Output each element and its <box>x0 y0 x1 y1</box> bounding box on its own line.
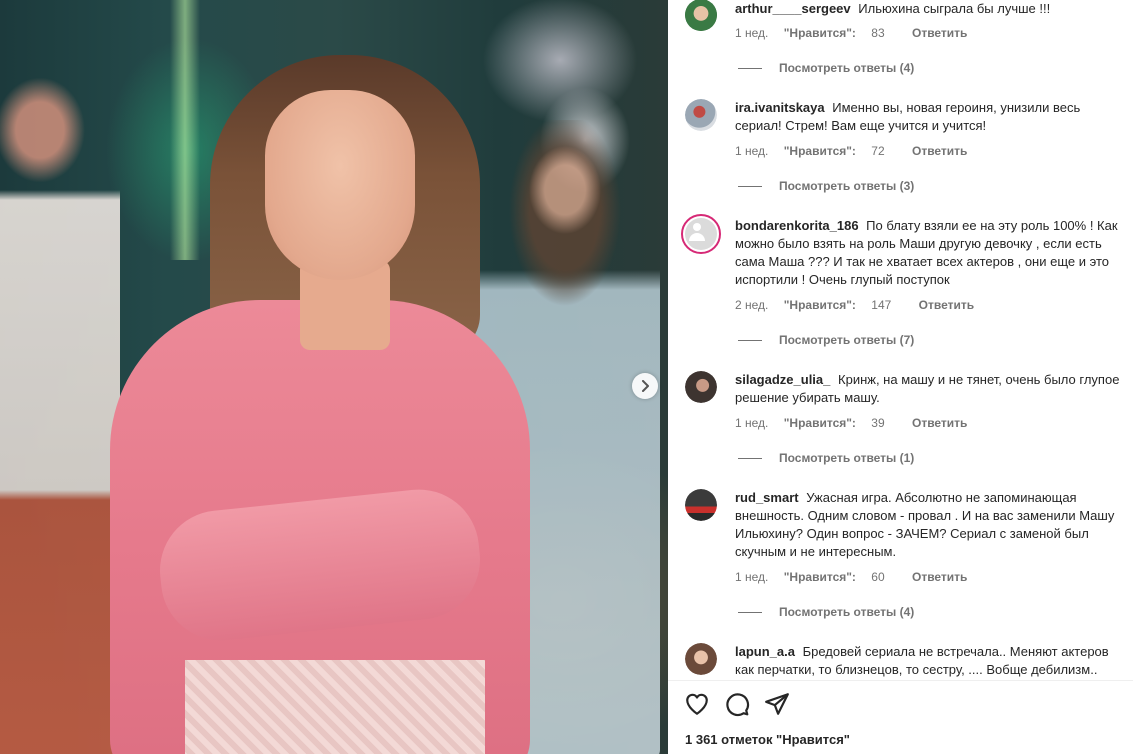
reply-button[interactable]: Ответить <box>912 416 967 430</box>
post-photo[interactable] <box>0 0 668 754</box>
comment-time[interactable]: 1 нед. <box>735 416 768 430</box>
comment-username[interactable]: rud_smart <box>735 490 799 505</box>
comment-username[interactable]: arthur____sergeev <box>735 1 851 16</box>
comments-panel: arthur____sergeev Ильюхина сыграла бы лу… <box>668 0 1133 754</box>
avatar[interactable] <box>685 489 717 521</box>
comment-time[interactable]: 1 нед. <box>735 144 768 158</box>
comment-text: Ильюхина сыграла бы лучше !!! <box>858 1 1051 16</box>
comment-username[interactable]: ira.ivanitskaya <box>735 100 825 115</box>
comment-username[interactable]: silagadze_ulia_ <box>735 372 830 387</box>
heart-icon[interactable] <box>684 691 710 717</box>
comment-likes[interactable]: "Нравится": 39 <box>784 416 897 430</box>
comment-time[interactable]: 1 нед. <box>735 26 768 40</box>
avatar[interactable] <box>681 214 721 254</box>
background-light <box>170 0 200 260</box>
replies-divider <box>738 339 762 341</box>
reply-button[interactable]: Ответить <box>912 570 967 584</box>
comments-list[interactable]: arthur____sergeev Ильюхина сыграла бы лу… <box>668 0 1133 678</box>
view-replies-button[interactable]: Посмотреть ответы (7) <box>738 333 914 347</box>
next-image-button[interactable] <box>632 373 658 399</box>
comment-likes[interactable]: "Нравится": 72 <box>784 144 897 158</box>
avatar[interactable] <box>685 0 717 31</box>
share-icon[interactable] <box>764 691 790 717</box>
comment-icon[interactable] <box>724 691 750 717</box>
background-person-left <box>0 70 120 754</box>
comment-time[interactable]: 1 нед. <box>735 570 768 584</box>
post-actions: 1 361 отметок "Нравится" <box>668 680 1133 754</box>
likes-total[interactable]: 1 361 отметок "Нравится" <box>685 732 850 747</box>
view-replies-button[interactable]: Посмотреть ответы (3) <box>738 179 914 193</box>
subject-skirt <box>185 660 485 754</box>
comment-time[interactable]: 2 нед. <box>735 298 768 312</box>
chevron-right-icon <box>642 380 649 392</box>
avatar[interactable] <box>685 99 717 131</box>
view-replies-button[interactable]: Посмотреть ответы (1) <box>738 451 914 465</box>
comment-likes[interactable]: "Нравится": 83 <box>784 26 897 40</box>
replies-divider <box>738 457 762 459</box>
comment-username[interactable]: bondarenkorita_186 <box>735 218 859 233</box>
subject-face <box>265 90 415 280</box>
view-replies-button[interactable]: Посмотреть ответы (4) <box>738 61 914 75</box>
comment-username[interactable]: lapun_a.a <box>735 644 795 659</box>
replies-divider <box>738 185 762 187</box>
reply-button[interactable]: Ответить <box>912 144 967 158</box>
comment-likes[interactable]: "Нравится": 60 <box>784 570 897 584</box>
replies-divider <box>738 611 762 613</box>
avatar[interactable] <box>685 371 717 403</box>
reply-button[interactable]: Ответить <box>912 26 967 40</box>
replies-divider <box>738 67 762 69</box>
comment-likes[interactable]: "Нравится": 147 <box>784 298 904 312</box>
reply-button[interactable]: Ответить <box>919 298 974 312</box>
avatar[interactable] <box>685 643 717 675</box>
view-replies-button[interactable]: Посмотреть ответы (4) <box>738 605 914 619</box>
